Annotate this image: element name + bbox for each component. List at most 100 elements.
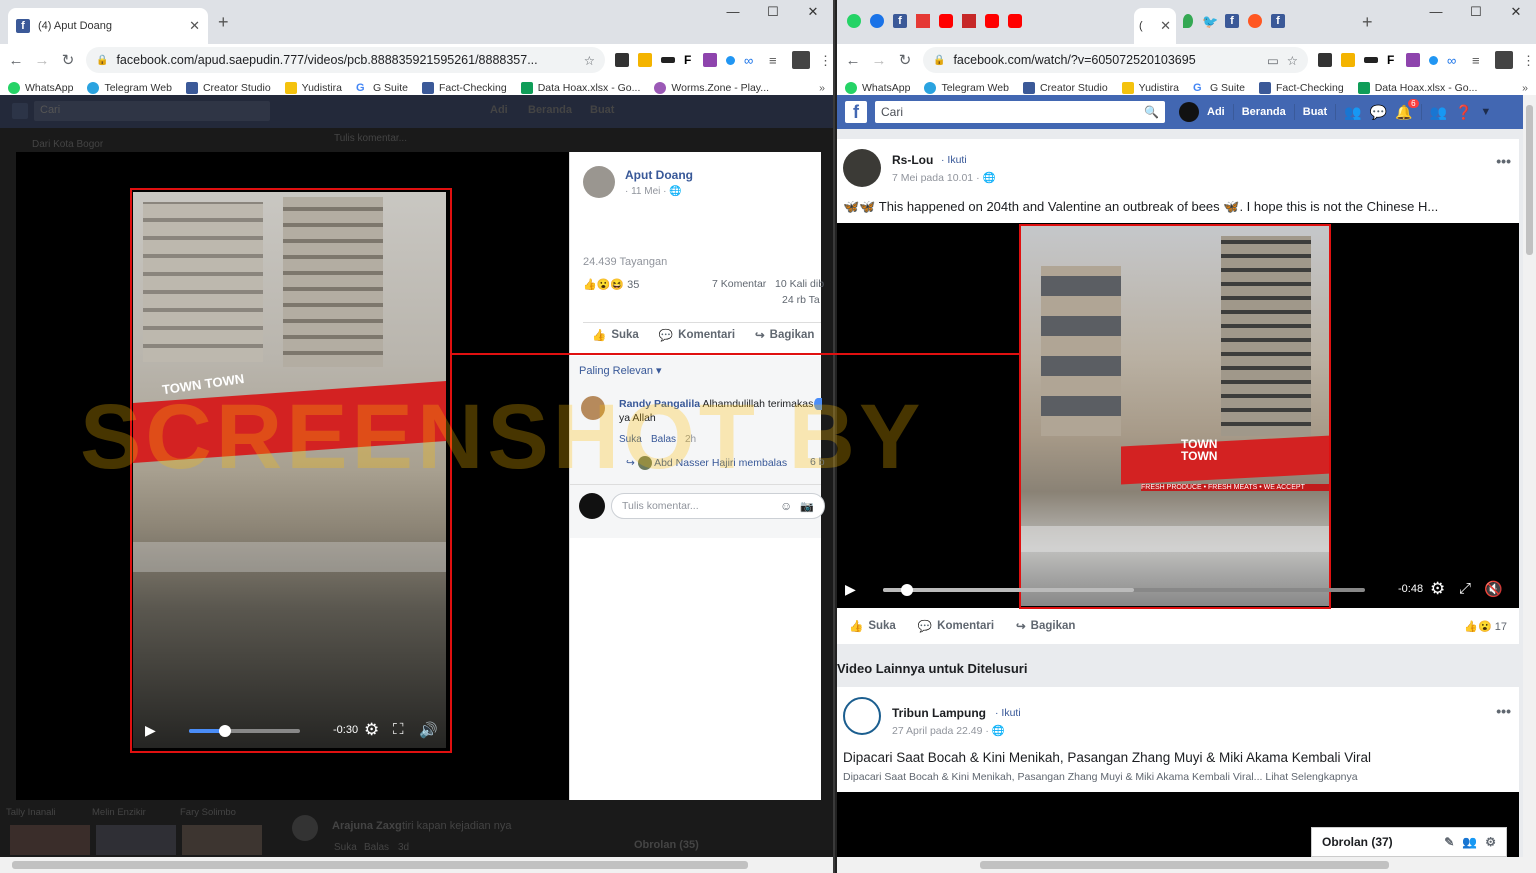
friends-icon[interactable]: 👥 bbox=[1344, 104, 1361, 121]
back-icon[interactable]: ← bbox=[8, 52, 24, 69]
tab-icon[interactable] bbox=[870, 14, 884, 28]
profile-avatar[interactable] bbox=[1495, 51, 1513, 69]
address-bar[interactable]: 🔒 facebook.com/watch/?v=605072520103695 … bbox=[923, 47, 1308, 73]
facebook-tab-icon[interactable]: f bbox=[1271, 14, 1285, 28]
follow-link[interactable]: · Ikuti bbox=[941, 154, 967, 166]
bookmark-creator-studio[interactable]: Creator Studio bbox=[185, 81, 271, 94]
facebook-tab-icon[interactable]: f bbox=[893, 14, 907, 28]
comment-button[interactable]: 💬 Komentari bbox=[918, 619, 994, 633]
help-icon[interactable]: ❓ bbox=[1455, 104, 1472, 121]
quick-help-icon[interactable]: 👥 bbox=[1430, 104, 1447, 121]
reply-link[interactable]: ↪ Abd Nasser Hajiri membalas bbox=[626, 456, 787, 470]
post-author[interactable]: Tribun Lampung bbox=[892, 706, 986, 720]
group-chat-icon[interactable]: 👥 bbox=[1462, 835, 1477, 849]
bookmark-fact-checking[interactable]: Fact-Checking bbox=[421, 81, 507, 94]
twitter-tab-icon[interactable]: 🐦 bbox=[1202, 14, 1218, 29]
youtube-tab-icon[interactable] bbox=[939, 14, 953, 28]
more-bookmarks-icon[interactable]: » bbox=[1522, 82, 1528, 94]
see-more-link[interactable]: Lihat Selengkapnya bbox=[1265, 771, 1357, 783]
new-message-icon[interactable]: ✎ bbox=[1444, 835, 1454, 849]
browser-tab-active[interactable]: f (4) Aput Doang ✕ bbox=[8, 8, 208, 44]
scroll-thumb[interactable] bbox=[980, 861, 1389, 869]
nav-user[interactable]: Adi bbox=[1207, 106, 1225, 118]
emoji-icon[interactable]: ☺ bbox=[780, 499, 792, 513]
camera-icon[interactable]: 📷 bbox=[800, 500, 814, 513]
author-avatar[interactable] bbox=[583, 166, 615, 198]
bookmark-whatsapp[interactable]: WhatsApp bbox=[8, 81, 73, 94]
bookmark-creator-studio[interactable]: Creator Studio bbox=[1022, 81, 1108, 94]
tribun-logo-avatar[interactable] bbox=[843, 697, 881, 735]
new-tab-icon[interactable]: + bbox=[1362, 12, 1373, 33]
reactions[interactable]: 👍😮 17 bbox=[1464, 620, 1507, 633]
extension-icon[interactable] bbox=[615, 53, 629, 67]
user-avatar[interactable] bbox=[1179, 102, 1199, 122]
comment-count[interactable]: 7 Komentar bbox=[712, 278, 766, 290]
menu-list-icon[interactable]: ≡ bbox=[1472, 53, 1486, 68]
facebook-logo-icon[interactable]: f bbox=[845, 101, 867, 123]
glasses-extension-icon[interactable] bbox=[661, 57, 675, 63]
extension-icon[interactable] bbox=[703, 53, 717, 67]
play-icon[interactable]: ▶ bbox=[145, 722, 156, 739]
reload-icon[interactable]: ↻ bbox=[60, 51, 76, 69]
close-window-icon[interactable]: ✕ bbox=[793, 4, 833, 20]
infinity-extension-icon[interactable]: ∞ bbox=[744, 53, 760, 68]
maximize-icon[interactable]: ☐ bbox=[1456, 4, 1496, 20]
f-extension-icon[interactable]: F bbox=[684, 53, 694, 67]
reload-icon[interactable]: ↻ bbox=[897, 51, 913, 69]
maximize-icon[interactable]: ☐ bbox=[753, 4, 793, 20]
star-icon[interactable]: ☆ bbox=[584, 53, 595, 68]
author-avatar[interactable] bbox=[843, 149, 881, 187]
sort-dropdown[interactable]: Paling Relevan ▾ bbox=[579, 364, 662, 377]
post-author[interactable]: Aput Doang bbox=[625, 168, 693, 182]
youtube-tab-icon[interactable] bbox=[985, 14, 999, 28]
kebab-menu-icon[interactable]: ⋮ bbox=[1522, 53, 1535, 68]
fullscreen-icon[interactable]: ⤢ bbox=[1459, 580, 1471, 597]
bookmark-fact-checking[interactable]: Fact-Checking bbox=[1258, 81, 1344, 94]
browser-tab-active[interactable]: ( ✕ bbox=[1134, 8, 1176, 44]
video-title[interactable]: Dipacari Saat Bocah & Kini Menikah, Pasa… bbox=[843, 750, 1371, 765]
tab-icon[interactable] bbox=[962, 14, 976, 28]
comment-like-link[interactable]: Suka bbox=[619, 434, 642, 445]
right-vertical-scrollbar[interactable] bbox=[1523, 95, 1536, 857]
share-button[interactable]: ↪ Bagikan bbox=[755, 328, 814, 342]
extension-icon[interactable] bbox=[1429, 55, 1438, 65]
share-count[interactable]: 10 Kali dib bbox=[775, 278, 824, 290]
notifications-icon[interactable]: 🔔 6 bbox=[1395, 98, 1419, 121]
forward-icon[interactable]: → bbox=[34, 52, 50, 69]
extension-icon[interactable] bbox=[726, 55, 735, 65]
youtube-tab-icon[interactable] bbox=[1008, 14, 1022, 28]
settings-icon[interactable]: ⚙ bbox=[364, 720, 379, 740]
left-horizontal-scrollbar[interactable] bbox=[0, 857, 833, 873]
bookmark-data-hoax[interactable]: Data Hoax.xlsx - Go... bbox=[1357, 81, 1477, 94]
infinity-extension-icon[interactable]: ∞ bbox=[1447, 53, 1463, 68]
more-options-icon[interactable]: ••• bbox=[1496, 703, 1511, 719]
volume-icon[interactable]: 🔊 bbox=[419, 721, 438, 739]
progress-knob-left[interactable] bbox=[218, 725, 231, 737]
extension-icon[interactable] bbox=[1341, 53, 1355, 67]
close-window-icon[interactable]: ✕ bbox=[1496, 4, 1536, 20]
bookmark-data-hoax[interactable]: Data Hoax.xlsx - Go... bbox=[520, 81, 640, 94]
profile-avatar[interactable] bbox=[792, 51, 810, 69]
bookmark-yudistira[interactable]: Yudistira bbox=[1121, 81, 1179, 94]
whatsapp-tab-icon[interactable] bbox=[847, 14, 861, 28]
bookmark-worms-zone[interactable]: Worms.Zone - Play... bbox=[654, 81, 769, 94]
follow-link[interactable]: · Ikuti bbox=[995, 707, 1021, 719]
address-bar[interactable]: 🔒 facebook.com/apud.saepudin.777/videos/… bbox=[86, 47, 605, 73]
like-button[interactable]: 👍 Suka bbox=[849, 619, 896, 633]
search-icon[interactable]: 🔍 bbox=[1144, 105, 1159, 119]
nav-home[interactable]: Beranda bbox=[1242, 106, 1286, 118]
comment-button[interactable]: 💬 Komentari bbox=[659, 328, 735, 342]
close-tab-icon[interactable]: ✕ bbox=[189, 18, 200, 34]
tab-icon[interactable] bbox=[916, 14, 930, 28]
cast-icon[interactable]: ▭ bbox=[1267, 53, 1279, 68]
commenter-avatar[interactable] bbox=[581, 396, 605, 420]
glasses-extension-icon[interactable] bbox=[1364, 57, 1378, 63]
progress-knob-right[interactable] bbox=[901, 584, 914, 596]
chat-settings-icon[interactable]: ⚙ bbox=[1485, 835, 1496, 849]
fullscreen-icon[interactable]: ⛶ bbox=[393, 721, 404, 738]
more-bookmarks-icon[interactable]: » bbox=[819, 82, 825, 94]
reactions[interactable]: 👍😮😆 35 bbox=[583, 278, 639, 291]
like-button[interactable]: 👍 Suka bbox=[592, 328, 639, 342]
bookmark-telegram[interactable]: Telegram Web bbox=[924, 81, 1009, 94]
star-icon[interactable]: ☆ bbox=[1287, 53, 1298, 68]
